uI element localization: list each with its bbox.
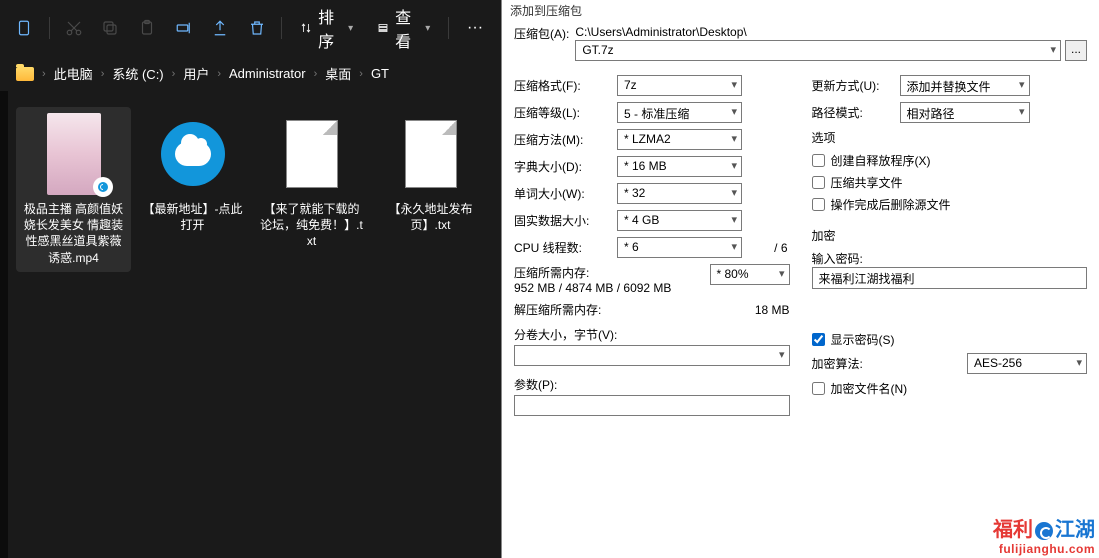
file-name: 【最新地址】-点此打开	[139, 201, 246, 233]
solid-label: 固实数据大小:	[514, 212, 609, 229]
chevron-down-icon: ▾	[348, 23, 353, 34]
file-name: 极品主播 高颜值妖娆长发美女 情趣装性感黑丝道具紫薇诱惑.mp4	[20, 201, 127, 266]
breadcrumb[interactable]: › 此电脑 › 系统 (C:) › 用户 › Administrator › 桌…	[0, 56, 501, 91]
chevron-down-icon: ▾	[425, 23, 430, 34]
cpu-label: CPU 线程数:	[514, 239, 609, 256]
video-thumbnail	[47, 113, 101, 195]
text-file-icon	[405, 120, 457, 188]
mem-compress-value: 952 MB / 4874 MB / 6092 MB	[514, 281, 702, 295]
delete-button[interactable]	[241, 10, 274, 46]
breadcrumb-item[interactable]: 用户	[183, 64, 209, 83]
chevron-right-icon: ›	[314, 68, 318, 80]
archive-name-combo[interactable]: GT.7z	[575, 40, 1061, 61]
update-label: 更新方式(U):	[812, 77, 892, 94]
mem-compress-label: 压缩所需内存:	[514, 264, 702, 281]
file-item[interactable]: 【最新地址】-点此打开	[135, 107, 250, 272]
chevron-right-icon: ›	[172, 68, 176, 80]
explorer-toolbar: 排序 ▾ 查看 ▾ ···	[0, 0, 501, 56]
archive-path: C:\Users\Administrator\Desktop\	[575, 25, 1087, 40]
method-combo[interactable]: * LZMA2	[617, 129, 742, 150]
encrypt-group-label: 加密	[812, 227, 1088, 244]
pathmode-combo[interactable]: 相对路径	[900, 102, 1030, 123]
cpu-total: / 6	[774, 241, 789, 255]
new-item-button[interactable]	[8, 10, 41, 46]
folder-icon	[16, 67, 34, 81]
dialog-title: 添加到压缩包	[502, 0, 1099, 25]
breadcrumb-item[interactable]: 此电脑	[54, 64, 93, 83]
dict-label: 字典大小(D):	[514, 158, 609, 175]
cpu-combo[interactable]: * 6	[617, 237, 742, 258]
word-label: 单词大小(W):	[514, 185, 609, 202]
cut-button[interactable]	[57, 10, 90, 46]
paste-button[interactable]	[131, 10, 164, 46]
file-grid: 极品主播 高颜值妖娆长发美女 情趣装性感黑丝道具紫薇诱惑.mp4 【最新地址】-…	[8, 91, 496, 558]
word-combo[interactable]: * 32	[617, 183, 742, 204]
params-label: 参数(P):	[514, 378, 557, 392]
method-label: 压缩方法(M):	[514, 131, 609, 148]
file-name: 【永久地址发布页】.txt	[377, 201, 484, 233]
copy-button[interactable]	[94, 10, 127, 46]
logo-icon	[1035, 522, 1053, 540]
breadcrumb-item[interactable]: GT	[371, 66, 389, 81]
mem-decompress-label: 解压缩所需内存:	[514, 301, 747, 318]
view-dropdown[interactable]: 查看 ▾	[367, 10, 440, 46]
text-file-icon	[286, 120, 338, 188]
breadcrumb-item[interactable]: 桌面	[325, 64, 351, 83]
sort-dropdown[interactable]: 排序 ▾	[290, 10, 363, 46]
share-checkbox[interactable]: 压缩共享文件	[812, 174, 1088, 191]
chevron-right-icon: ›	[217, 68, 221, 80]
pathmode-label: 路径模式:	[812, 104, 892, 121]
breadcrumb-item[interactable]: Administrator	[229, 66, 306, 81]
update-combo[interactable]: 添加并替换文件	[900, 75, 1030, 96]
chevron-right-icon: ›	[101, 68, 105, 80]
enc-filenames-checkbox[interactable]: 加密文件名(N)	[812, 380, 1088, 397]
chevron-right-icon: ›	[359, 68, 363, 80]
format-label: 压缩格式(F):	[514, 77, 609, 94]
app-overlay-icon	[93, 177, 113, 197]
params-input[interactable]	[514, 395, 790, 416]
file-name: 【来了就能下载的论坛，纯免费！】.txt	[258, 201, 365, 250]
split-combo[interactable]	[514, 345, 790, 366]
browse-button[interactable]: ...	[1065, 40, 1087, 61]
level-label: 压缩等级(L):	[514, 104, 609, 121]
more-button[interactable]: ···	[457, 19, 493, 37]
nav-pane-collapsed[interactable]	[0, 91, 8, 558]
archive-label: 压缩包(A):	[514, 25, 569, 42]
password-input[interactable]	[812, 267, 1088, 289]
sort-label: 排序	[318, 4, 342, 52]
file-item[interactable]: 极品主播 高颜值妖娆长发美女 情趣装性感黑丝道具紫薇诱惑.mp4	[16, 107, 131, 272]
password-label: 输入密码:	[812, 250, 1088, 267]
view-label: 查看	[395, 4, 419, 52]
solid-combo[interactable]: * 4 GB	[617, 210, 742, 231]
file-item[interactable]: 【永久地址发布页】.txt	[373, 107, 488, 272]
enc-method-combo[interactable]: AES-256	[967, 353, 1087, 374]
show-password-checkbox[interactable]: 显示密码(S)	[812, 331, 1088, 348]
watermark: 福利江湖 fulijianghu.com	[993, 513, 1095, 556]
sfx-checkbox[interactable]: 创建自释放程序(X)	[812, 152, 1088, 169]
file-explorer: 排序 ▾ 查看 ▾ ··· › 此电脑 › 系统 (C:) › 用户 › Adm…	[0, 0, 501, 558]
split-label: 分卷大小，字节(V):	[514, 328, 617, 342]
delete-checkbox[interactable]: 操作完成后删除源文件	[812, 196, 1088, 213]
chevron-right-icon: ›	[42, 68, 46, 80]
enc-method-label: 加密算法:	[812, 355, 892, 372]
mem-decompress-value: 18 MB	[755, 303, 790, 317]
breadcrumb-item[interactable]: 系统 (C:)	[112, 64, 163, 83]
app-icon	[161, 122, 225, 186]
file-item[interactable]: 【来了就能下载的论坛，纯免费！】.txt	[254, 107, 369, 272]
format-combo[interactable]: 7z	[617, 75, 742, 96]
rename-button[interactable]	[167, 10, 200, 46]
level-combo[interactable]: 5 - 标准压缩	[617, 102, 742, 123]
dict-combo[interactable]: * 16 MB	[617, 156, 742, 177]
share-button[interactable]	[204, 10, 237, 46]
archive-dialog: 添加到压缩包 压缩包(A): C:\Users\Administrator\De…	[501, 0, 1099, 558]
mem-combo[interactable]: * 80%	[710, 264, 790, 285]
options-group-label: 选项	[812, 129, 1088, 146]
